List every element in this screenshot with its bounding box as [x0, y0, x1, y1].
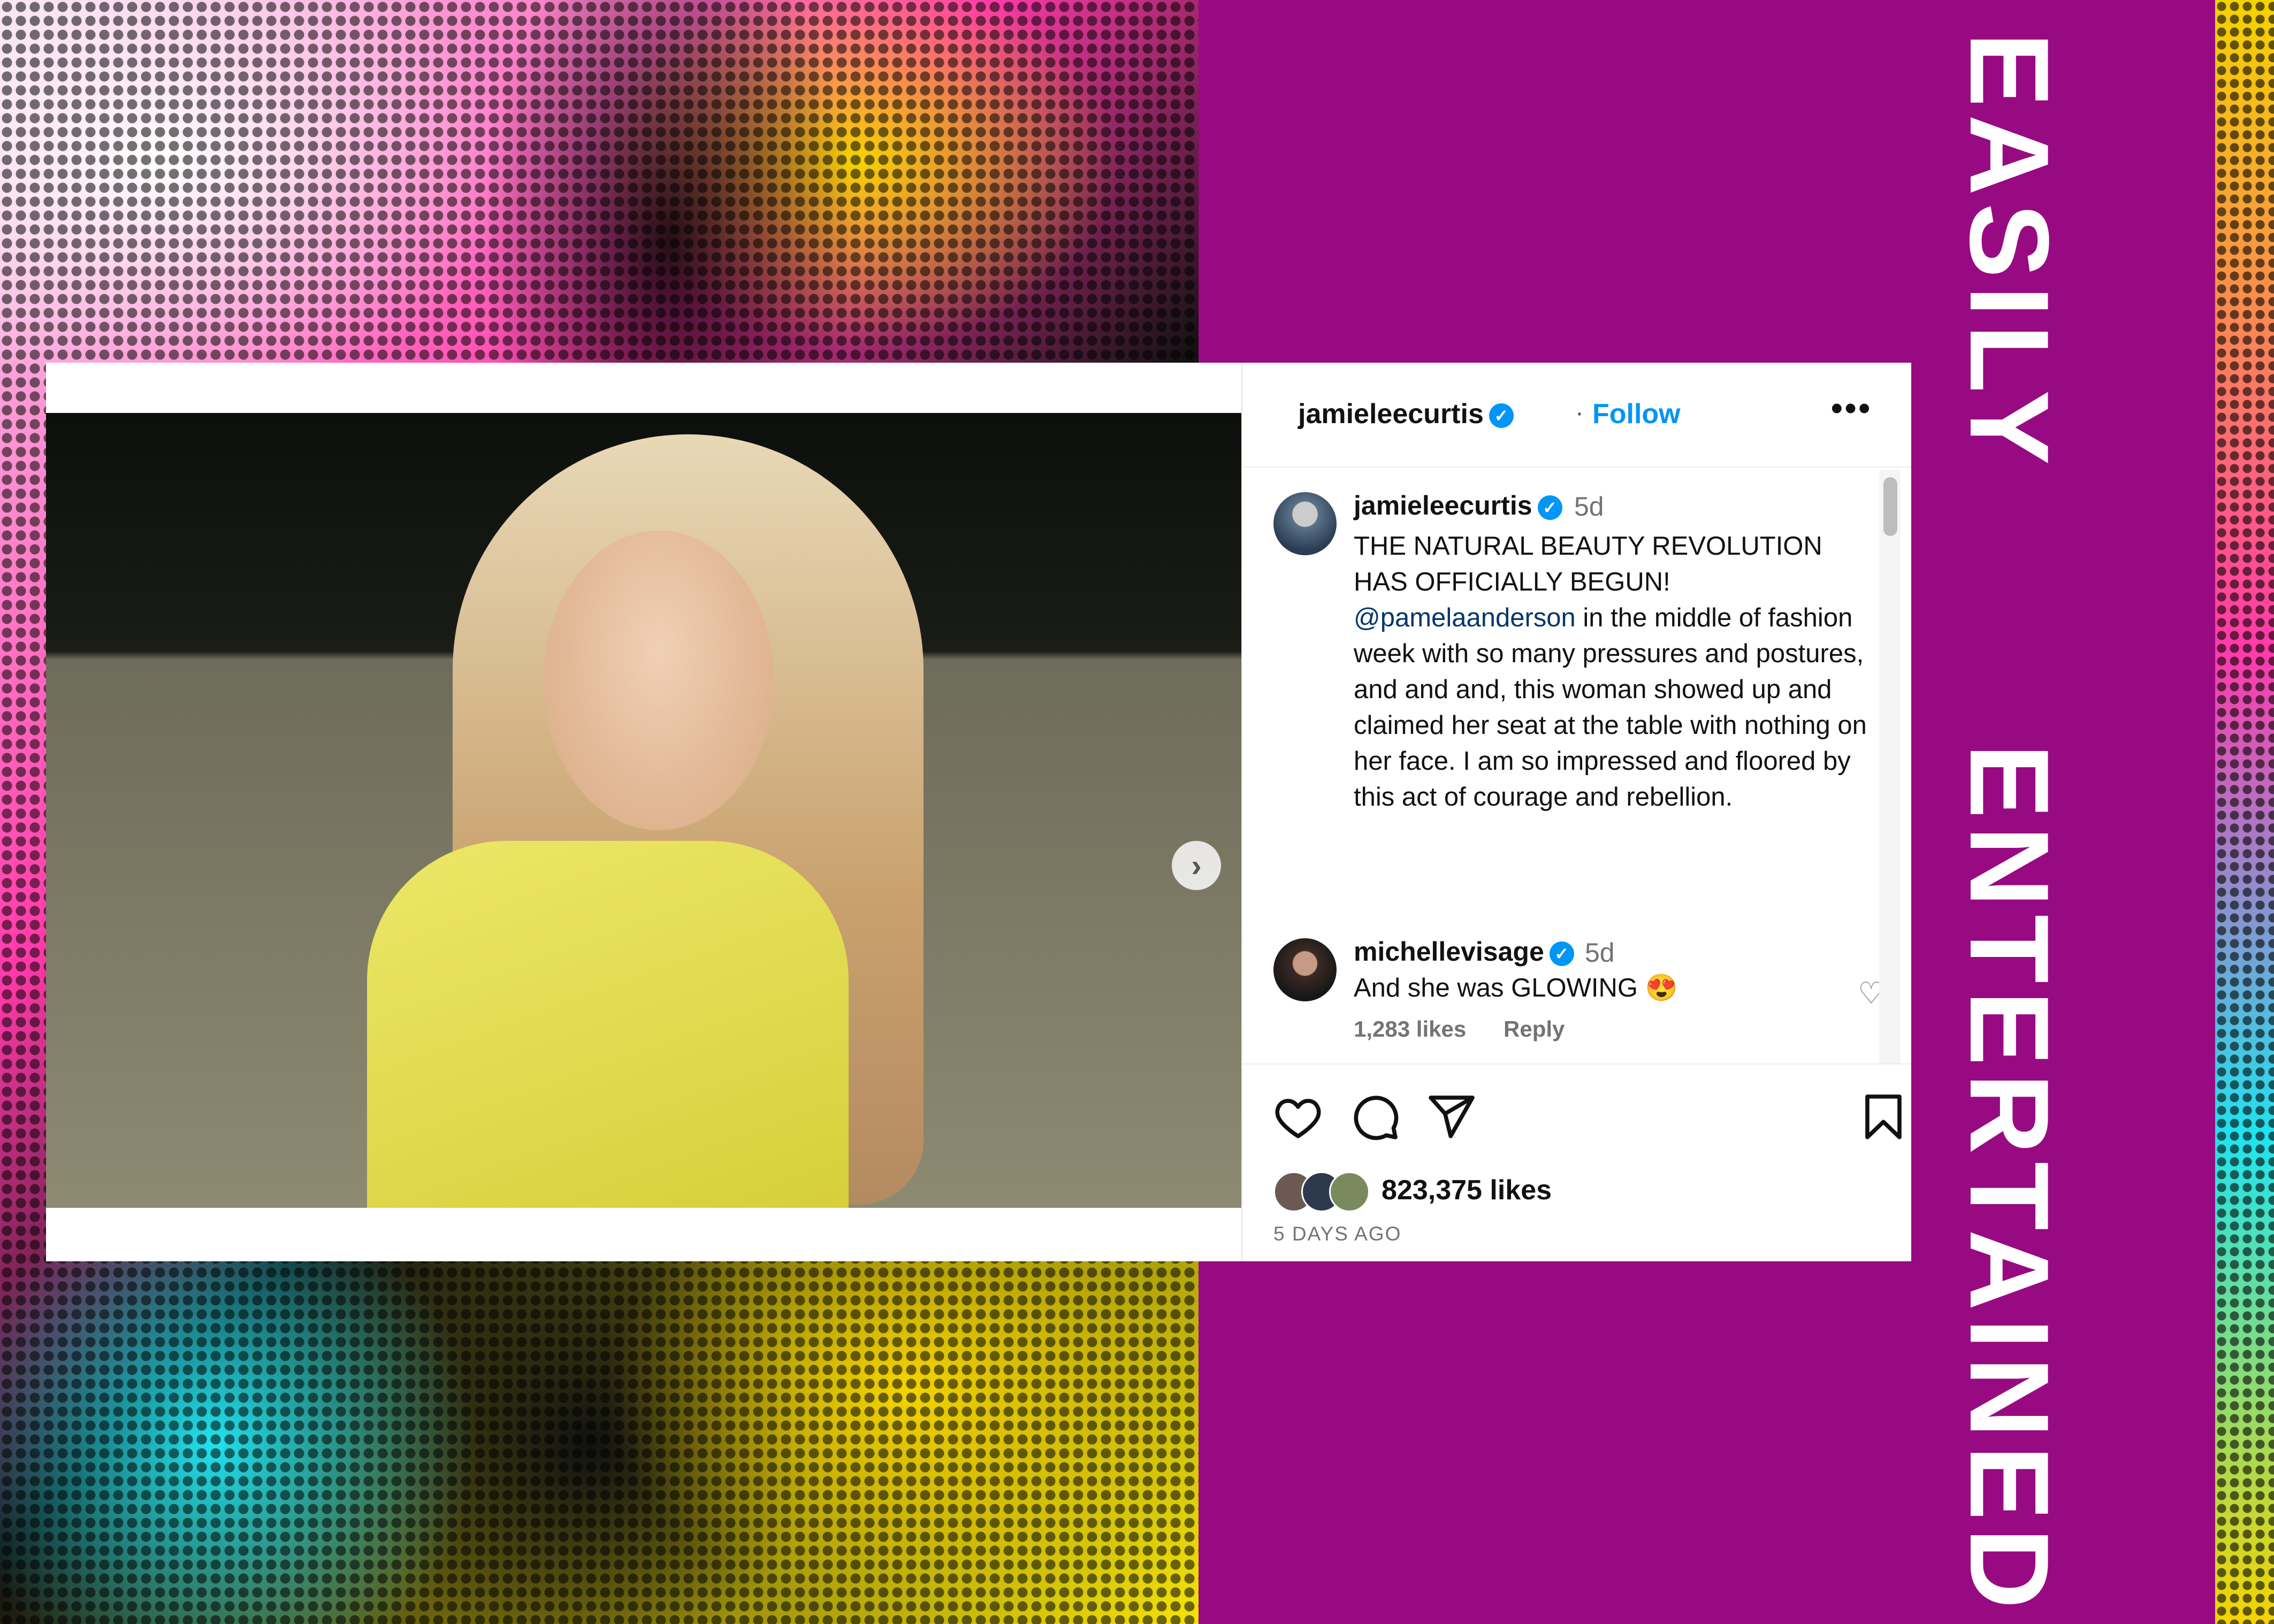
- verified-badge-icon: ✓: [1537, 495, 1562, 520]
- comment-avatar[interactable]: [1273, 938, 1337, 1001]
- likes-avatars[interactable]: [1273, 1171, 1370, 1212]
- paper-plane-icon[interactable]: [1425, 1091, 1477, 1143]
- follow-button[interactable]: Follow: [1592, 398, 1681, 430]
- post-photo[interactable]: ›: [46, 413, 1241, 1208]
- headline-word-easily: EASILY: [1947, 32, 2072, 473]
- instagram-post-card: › jamieleecurtis ✓ · Follow ••• jamieleec…: [46, 363, 1911, 1261]
- photo-subject-face: [544, 531, 774, 830]
- comments-area[interactable]: jamieleecurtis ✓ 5d THE NATURAL BEAUTY RE…: [1242, 468, 1911, 1063]
- comment-likes-count[interactable]: 1,283 likes: [1354, 1016, 1466, 1042]
- liker-avatar: [1329, 1171, 1370, 1212]
- comment-bubble-icon[interactable]: [1349, 1091, 1401, 1143]
- caption-text: THE NATURAL BEAUTY REVOLUTION HAS OFFICI…: [1354, 528, 1867, 815]
- more-options-icon[interactable]: •••: [1831, 389, 1872, 427]
- caption-username[interactable]: jamieleecurtis: [1354, 491, 1532, 520]
- caption-username-link[interactable]: jamieleecurtis ✓: [1354, 490, 1562, 521]
- verified-badge-icon: ✓: [1549, 941, 1574, 966]
- header-username-link[interactable]: jamieleecurtis ✓: [1298, 398, 1514, 430]
- caption-avatar[interactable]: [1273, 492, 1337, 555]
- next-photo-button[interactable]: ›: [1172, 841, 1221, 890]
- likes-count[interactable]: 823,375 likes: [1382, 1171, 1552, 1209]
- comment-username[interactable]: michellevisage: [1354, 937, 1544, 967]
- post-header: jamieleecurtis ✓ · Follow •••: [1242, 363, 1911, 468]
- comment-text: And she was GLOWING 😍: [1354, 974, 1678, 1002]
- caption-text-part2: in the middle of fashion week with so ma…: [1354, 603, 1867, 811]
- heart-icon[interactable]: [1272, 1091, 1324, 1143]
- caption-text-part1: THE NATURAL BEAUTY REVOLUTION HAS OFFICI…: [1354, 532, 1822, 596]
- bookmark-icon[interactable]: [1858, 1091, 1909, 1143]
- mention-link[interactable]: @pamelaanderson: [1354, 603, 1576, 632]
- header-separator: ·: [1575, 399, 1584, 427]
- photo-subject-dress: [367, 841, 849, 1208]
- scrollbar-thumb[interactable]: [1883, 477, 1897, 536]
- scrollbar-track[interactable]: [1879, 470, 1901, 1063]
- post-side-panel: jamieleecurtis ✓ · Follow ••• jamieleecur…: [1241, 363, 1911, 1261]
- post-age[interactable]: 5 DAYS AGO: [1273, 1223, 1401, 1245]
- comment-reply-button[interactable]: Reply: [1504, 1016, 1565, 1042]
- chevron-right-icon: ›: [1191, 848, 1202, 883]
- actions-bar: 823,375 likes 5 DAYS AGO: [1242, 1063, 1911, 1261]
- headline-word-entertained: ENTERTAINED: [1947, 744, 2072, 1617]
- comment-timestamp: 5d: [1585, 938, 1615, 968]
- halftone-strip: [2215, 0, 2274, 1624]
- photo-area: ›: [46, 363, 1241, 1261]
- comment-username-link[interactable]: michellevisage ✓: [1354, 936, 1574, 967]
- verified-badge-icon: ✓: [1489, 403, 1514, 428]
- header-username[interactable]: jamieleecurtis: [1298, 399, 1484, 430]
- caption-timestamp: 5d: [1574, 492, 1604, 522]
